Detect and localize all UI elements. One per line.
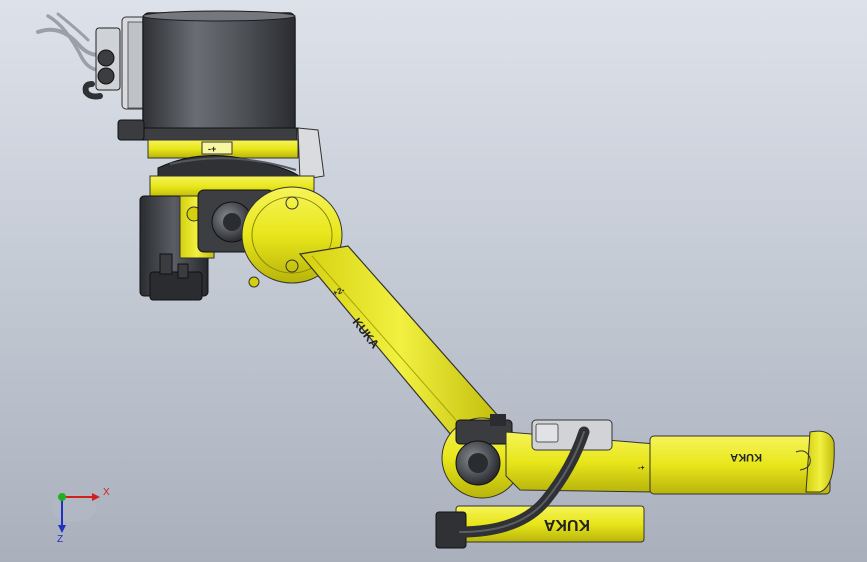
forearm-decal: KUKA — [730, 451, 762, 463]
base-drum — [117, 10, 298, 141]
z-axis-label: Z — [57, 534, 63, 545]
supply-cables — [36, 12, 121, 100]
joint-mark-3: -+ — [638, 465, 644, 472]
axis-triad: X Z — [52, 487, 110, 545]
y-axis-dot — [58, 493, 66, 501]
cad-viewport[interactable]: -+ KUKA +2- KUKA -+ KUKA X Z — [0, 0, 867, 562]
x-axis-label: X — [103, 487, 110, 498]
joint-mark-1: -+ — [208, 144, 216, 154]
upper-arm: KUKA +2- — [298, 245, 501, 449]
lower-link-decal: KUKA — [543, 516, 590, 533]
